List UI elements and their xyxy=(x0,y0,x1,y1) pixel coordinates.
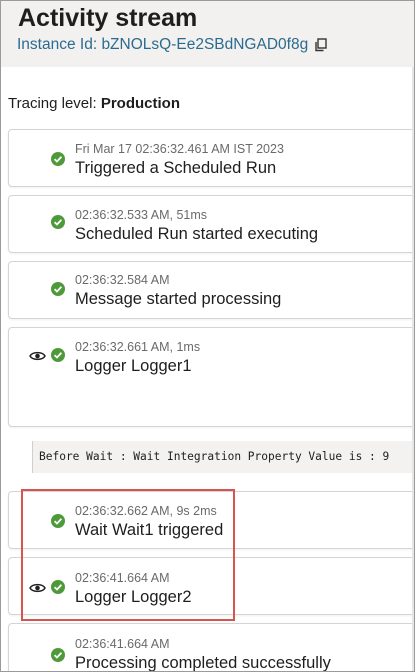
activity-timestamp: 02:36:32.584 AM xyxy=(75,273,170,287)
instance-id: Instance Id: bZNOLsQ-Ee2SBdNGAD0f8g xyxy=(17,36,328,54)
tracing-level-value: Production xyxy=(100,95,180,112)
check-circle-icon xyxy=(51,152,65,166)
activity-timestamp: 02:36:41.664 AM xyxy=(75,571,170,585)
logger-payload-text: Before Wait : Wait Integration Property … xyxy=(39,450,390,463)
check-circle-icon xyxy=(51,348,65,362)
activity-label: Logger Logger2 xyxy=(75,588,192,606)
eye-icon[interactable] xyxy=(29,349,46,361)
activity-item[interactable]: 02:36:32.584 AM Message started processi… xyxy=(8,261,414,319)
activity-label: Processing completed successfully xyxy=(75,654,331,672)
copy-icon[interactable] xyxy=(314,38,328,52)
activity-item[interactable]: 02:36:32.662 AM, 9s 2ms Wait Wait1 trigg… xyxy=(8,491,414,549)
activity-item[interactable]: 02:36:41.664 AM Logger Logger2 xyxy=(8,557,414,615)
scrollbar[interactable] xyxy=(412,67,414,671)
check-circle-icon xyxy=(51,580,65,594)
activity-label: Scheduled Run started executing xyxy=(75,225,319,243)
activity-timestamp: Fri Mar 17 02:36:32.461 AM IST 2023 xyxy=(75,142,284,156)
activity-item[interactable]: 02:36:32.533 AM, 51ms Scheduled Run star… xyxy=(8,195,414,253)
check-circle-icon xyxy=(51,514,65,528)
activity-label: Triggered a Scheduled Run xyxy=(75,159,277,177)
instance-id-label[interactable]: Instance Id: bZNOLsQ-Ee2SBdNGAD0f8g xyxy=(17,36,308,54)
logger-payload: Before Wait : Wait Integration Property … xyxy=(32,441,414,473)
tracing-level: Tracing level: Production xyxy=(8,95,180,112)
activity-item[interactable]: 02:36:41.664 AM Processing completed suc… xyxy=(8,623,414,672)
panel-header: Activity stream Instance Id: bZNOLsQ-Ee2… xyxy=(1,1,414,67)
activity-label: Wait Wait1 triggered xyxy=(75,521,224,539)
check-circle-icon xyxy=(51,648,65,662)
activity-label: Message started processing xyxy=(75,290,282,308)
check-circle-icon xyxy=(51,215,65,229)
activity-item[interactable]: 02:36:32.661 AM, 1ms Logger Logger1 xyxy=(8,327,414,427)
tracing-level-label: Tracing level: xyxy=(8,95,97,112)
check-circle-icon xyxy=(51,282,65,296)
activity-timestamp: 02:36:32.661 AM, 1ms xyxy=(75,340,201,354)
activity-timestamp: 02:36:41.664 AM xyxy=(75,637,170,651)
activity-stream-panel: Activity stream Instance Id: bZNOLsQ-Ee2… xyxy=(0,0,415,672)
activity-timestamp: 02:36:32.662 AM, 9s 2ms xyxy=(75,504,217,518)
activity-timestamp: 02:36:32.533 AM, 51ms xyxy=(75,208,208,222)
page-title: Activity stream xyxy=(18,4,198,32)
activity-item[interactable]: Fri Mar 17 02:36:32.461 AM IST 2023 Trig… xyxy=(8,129,414,187)
activity-label: Logger Logger1 xyxy=(75,357,192,375)
eye-icon[interactable] xyxy=(29,581,46,593)
